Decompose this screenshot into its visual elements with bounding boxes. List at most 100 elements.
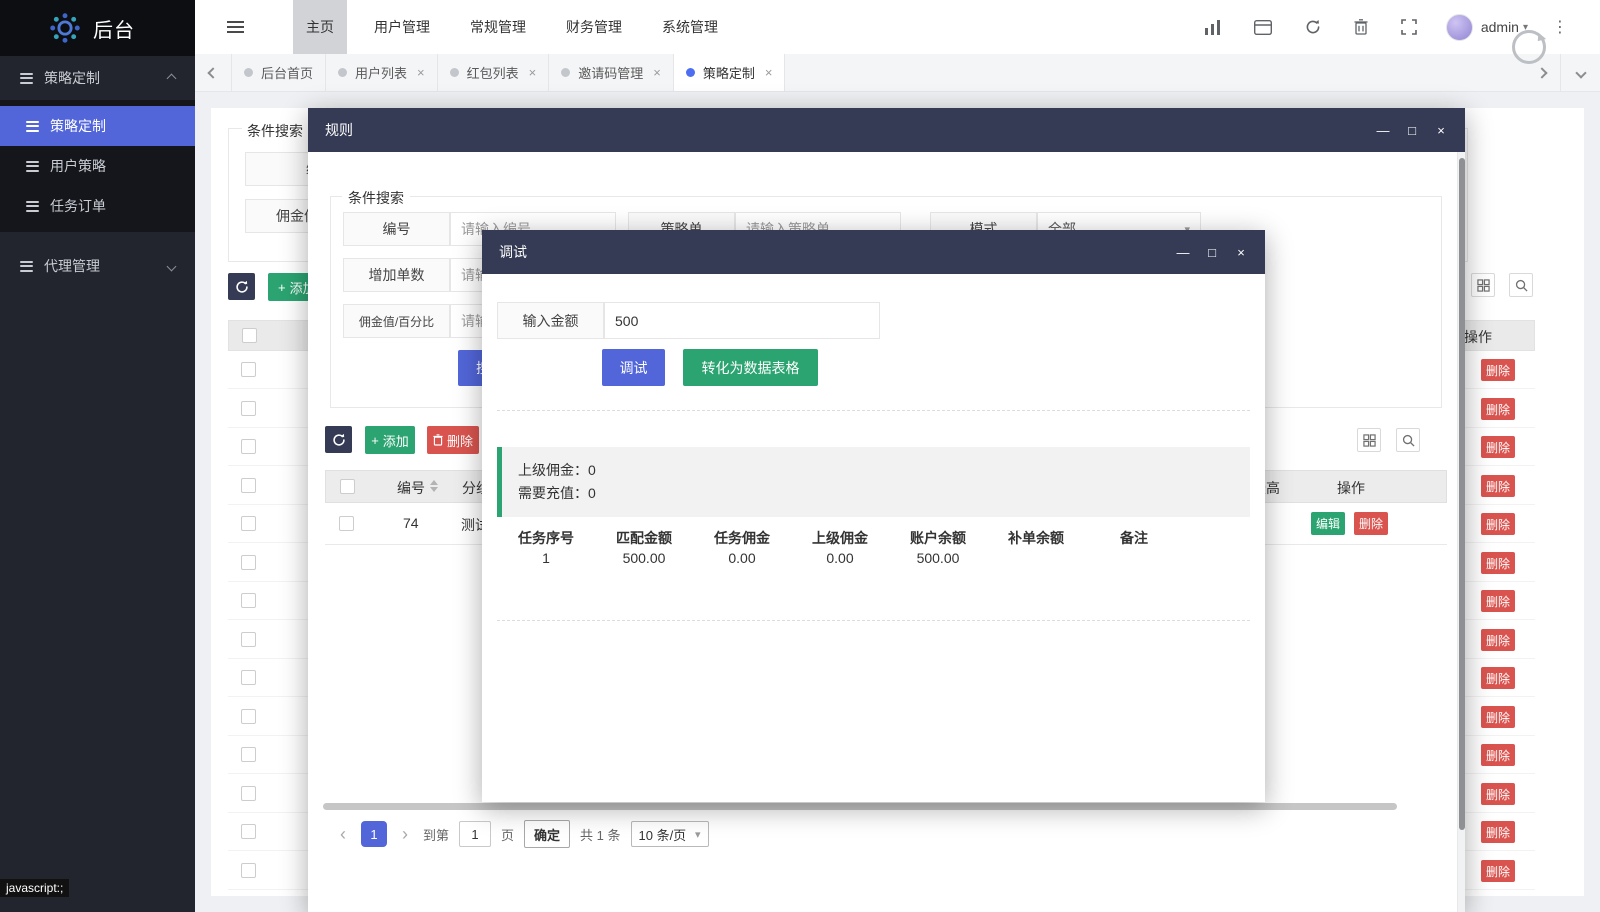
row-checkbox[interactable] [241,863,256,878]
minimize-button[interactable]: — [1176,245,1190,260]
scrollbar-thumb[interactable] [1459,158,1465,830]
row-checkbox[interactable] [241,632,256,647]
table-search-button[interactable] [1396,428,1420,452]
select-all-checkbox[interactable] [340,479,355,494]
panel-button[interactable] [1254,20,1272,35]
tab-close-icon[interactable]: × [529,65,537,80]
logo-icon [48,11,82,45]
page-unit-label: 页 [501,825,514,844]
tab-redpacket-list[interactable]: 红包列表 × [438,54,550,91]
delete-button[interactable]: 删除 [1481,667,1515,689]
row-checkbox[interactable] [241,555,256,570]
prev-page-button[interactable]: ‹ [335,824,351,845]
refresh-button[interactable] [325,426,352,453]
row-checkbox[interactable] [241,709,256,724]
sort-icon[interactable] [430,480,438,492]
horizontal-scrollbar[interactable] [323,803,1397,810]
row-checkbox[interactable] [339,516,354,531]
delete-button[interactable]: 删除 [1481,436,1515,458]
close-button[interactable]: × [1434,123,1448,138]
delete-button[interactable]: 删除 [1481,821,1515,843]
nav-item-finance[interactable]: 财务管理 [553,0,635,54]
edit-button[interactable]: 编辑 [1311,512,1345,535]
total-label: 共 1 条 [580,825,620,844]
sidebar-item-strategy-custom[interactable]: 策略定制 [0,106,195,146]
delete-button[interactable]: 删除 [1481,744,1515,766]
clear-cache-button[interactable] [1354,19,1368,35]
chart-button[interactable] [1204,20,1221,35]
delete-button[interactable]: 删除 [1354,512,1388,535]
list-icon [26,121,39,132]
row-checkbox[interactable] [241,747,256,762]
debug-button[interactable]: 调试 [602,349,665,386]
goto-page-input[interactable] [459,821,491,847]
logo: 后台 [0,0,195,56]
logo-text: 后台 [93,14,135,43]
tab-user-list[interactable]: 用户列表 × [326,54,438,91]
sidebar-item-task-order[interactable]: 任务订单 [0,186,195,226]
nav-item-home[interactable]: 主页 [293,0,347,54]
row-checkbox[interactable] [241,516,256,531]
tab-close-icon[interactable]: × [765,65,773,80]
page-number-button[interactable]: 1 [361,821,387,847]
delete-button[interactable]: 删除 [1481,359,1515,381]
nav-item-system[interactable]: 系统管理 [649,0,731,54]
row-checkbox[interactable] [241,824,256,839]
tab-home[interactable]: 后台首页 [231,54,326,91]
maximize-button[interactable]: □ [1405,123,1419,138]
col-id-header: 编号 [397,478,425,498]
delete-button[interactable]: 删除 [1481,513,1515,535]
tabs-scroll-left-button[interactable] [195,54,231,91]
refresh-icon [332,433,346,447]
next-page-button[interactable]: › [397,824,413,845]
close-button[interactable]: × [1234,245,1248,260]
avatar[interactable] [1446,14,1473,41]
collapse-sidebar-button[interactable] [227,20,244,34]
tab-close-icon[interactable]: × [653,65,661,80]
refresh-button[interactable] [228,273,255,300]
delete-button[interactable]: 删除 [1481,475,1515,497]
row-checkbox[interactable] [241,786,256,801]
delete-button[interactable]: 删除 [1481,398,1515,420]
delete-button[interactable]: 删除 [1481,783,1515,805]
table-search-button[interactable] [1509,273,1533,297]
row-checkbox[interactable] [241,401,256,416]
column-toggle-button[interactable] [1471,273,1495,297]
sidebar-group-agent[interactable]: 代理管理 [0,244,195,288]
sidebar-group-strategy[interactable]: 策略定制 [0,56,195,100]
row-checkbox[interactable] [241,439,256,454]
row-checkbox[interactable] [241,362,256,377]
amount-input[interactable] [604,302,880,339]
minimize-button[interactable]: — [1376,123,1390,138]
tab-invite-code[interactable]: 邀请码管理 × [549,54,674,91]
delete-button[interactable]: 删除 [1481,860,1515,882]
column-toggle-button[interactable] [1357,428,1381,452]
row-checkbox[interactable] [241,478,256,493]
chevron-down-icon [1575,67,1586,78]
row-checkbox[interactable] [241,593,256,608]
fullscreen-button[interactable] [1401,19,1417,35]
tab-strategy-custom[interactable]: 策略定制 × [674,54,786,91]
sidebar-item-user-strategy[interactable]: 用户策略 [0,146,195,186]
delete-button[interactable]: 删除 [427,426,479,454]
tab-close-icon[interactable]: × [417,65,425,80]
maximize-button[interactable]: □ [1205,245,1219,260]
delete-button[interactable]: 删除 [1481,590,1515,612]
delete-button[interactable]: 删除 [1481,706,1515,728]
convert-to-table-button[interactable]: 转化为数据表格 [683,349,818,386]
row-checkbox[interactable] [241,670,256,685]
delete-button[interactable]: 删除 [1481,629,1515,651]
select-all-checkbox[interactable] [242,328,257,343]
add-button[interactable]: +添加 [365,426,415,454]
confirm-button[interactable]: 确定 [524,820,570,848]
debug-modal: 调试 — □ × 输入金额 调试 转化为数据表格 上级佣金：0 需要充值：0 任… [482,230,1265,802]
tabs-menu-button[interactable] [1560,54,1600,91]
circular-arrow-icon[interactable] [1512,30,1546,64]
username[interactable]: admin [1481,19,1519,35]
more-menu-button[interactable]: ⋮ [1552,17,1568,37]
page-size-select[interactable]: 10 条/页 ▾ [631,821,709,847]
nav-item-users[interactable]: 用户管理 [361,0,443,54]
nav-item-general[interactable]: 常规管理 [457,0,539,54]
delete-button[interactable]: 删除 [1481,552,1515,574]
refresh-button[interactable] [1305,19,1321,35]
